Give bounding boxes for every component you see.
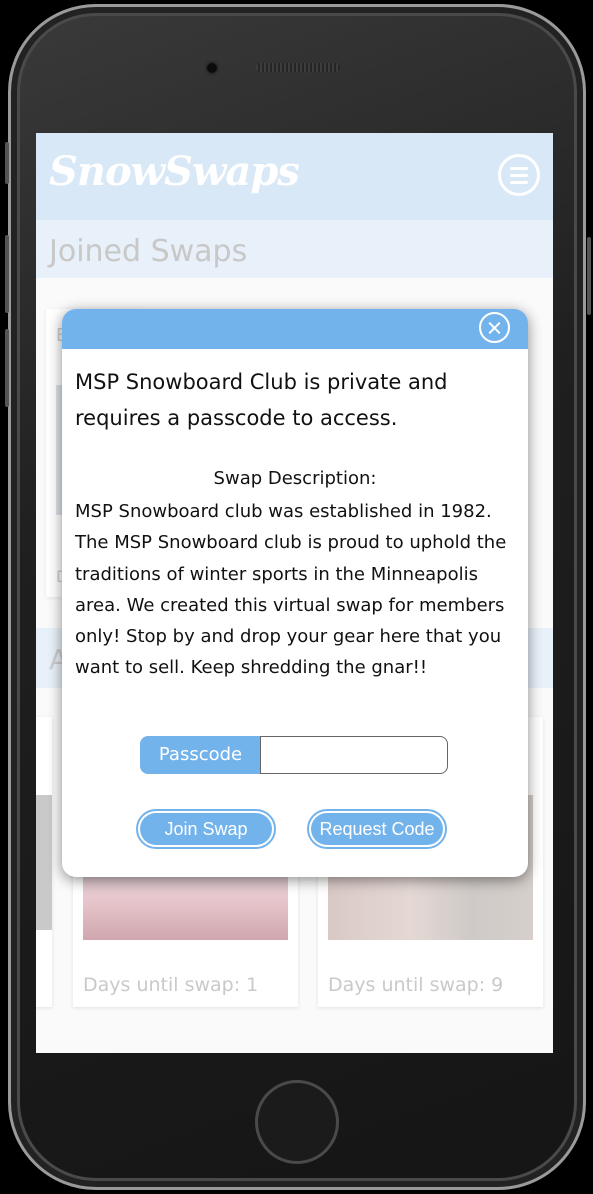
home-button[interactable] bbox=[255, 1080, 339, 1164]
request-code-button[interactable]: Request Code bbox=[307, 809, 447, 849]
volume-up-button bbox=[5, 235, 9, 313]
menu-icon-line bbox=[510, 181, 528, 184]
swap-days-until: Days until swap: 1 bbox=[83, 974, 259, 996]
menu-button[interactable] bbox=[498, 154, 540, 196]
request-code-label: Request Code bbox=[311, 813, 443, 845]
join-swap-label: Join Swap bbox=[140, 813, 272, 845]
swap-days-until: Days until swap: 9 bbox=[328, 974, 504, 996]
front-camera bbox=[205, 61, 219, 75]
app-header: SnowSwaps bbox=[36, 133, 553, 220]
modal-header bbox=[62, 309, 528, 349]
passcode-label: Passcode bbox=[140, 736, 261, 774]
earpiece-speaker bbox=[256, 63, 340, 72]
join-swap-button[interactable]: Join Swap bbox=[136, 809, 276, 849]
swap-card-image bbox=[36, 795, 52, 930]
passcode-input[interactable] bbox=[260, 736, 448, 774]
menu-icon-line bbox=[510, 167, 528, 170]
description-label: Swap Description: bbox=[213, 468, 377, 489]
menu-icon-line bbox=[510, 174, 528, 177]
app-logo[interactable]: SnowSwaps bbox=[49, 148, 300, 195]
page-title: Joined Swaps bbox=[49, 234, 248, 269]
private-swap-modal: MSP Snowboard Club is private and requir… bbox=[62, 309, 528, 877]
close-icon[interactable] bbox=[479, 312, 510, 343]
modal-title: MSP Snowboard Club is private and requir… bbox=[75, 370, 448, 430]
volume-down-button bbox=[5, 329, 9, 407]
swap-card-partial[interactable] bbox=[36, 717, 52, 1007]
power-button bbox=[587, 237, 591, 315]
mute-switch bbox=[5, 142, 9, 184]
swap-description: MSP Snowboard club was established in 19… bbox=[75, 501, 507, 679]
passcode-row: Passcode bbox=[140, 736, 448, 774]
